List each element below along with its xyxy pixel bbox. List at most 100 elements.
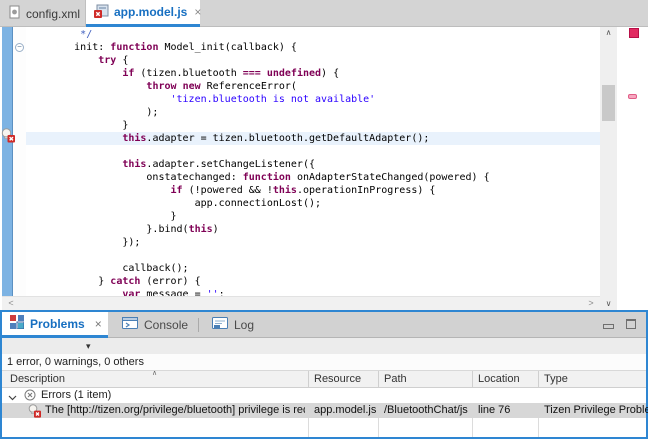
maximize-view-button[interactable]	[626, 319, 636, 329]
code-token	[26, 94, 171, 105]
tab-console[interactable]: Console	[114, 312, 196, 338]
vertical-scrollbar-thumb[interactable]	[602, 85, 615, 121]
code-line[interactable]: try {	[26, 54, 600, 67]
code-token: }	[26, 276, 110, 287]
panel-toolbar: ▾	[2, 338, 646, 354]
js-file-error-icon	[94, 4, 109, 21]
code-line[interactable]: app.connectionLost();	[26, 197, 600, 210]
code-line[interactable]	[26, 249, 600, 262]
column-gridline	[378, 418, 379, 437]
problem-path: /BluetoothChat/js	[384, 404, 468, 416]
tab-log[interactable]: Log	[204, 312, 262, 338]
horizontal-scrollbar[interactable]: < >	[2, 296, 600, 310]
scroll-left-icon[interactable]: <	[4, 297, 18, 311]
code-area[interactable]: */ init: function Model_init(callback) {…	[26, 28, 600, 296]
code-line[interactable]: });	[26, 236, 600, 249]
code-token: (tizen.bluetooth	[134, 68, 242, 79]
code-token: init:	[26, 42, 110, 53]
close-tab-icon[interactable]: ×	[194, 5, 201, 19]
code-line[interactable]: );	[26, 106, 600, 119]
code-line[interactable]: throw new ReferenceError(	[26, 80, 600, 93]
tab-config-xml[interactable]: config.xml	[0, 0, 86, 27]
code-line[interactable]: this.adapter.setChangeListener({	[26, 158, 600, 171]
error-marker-icon[interactable]	[1, 128, 16, 148]
scroll-up-icon[interactable]: ∧	[600, 27, 617, 39]
overview-error-header-icon[interactable]	[629, 28, 639, 38]
view-menu-icon[interactable]: ▾	[86, 341, 91, 352]
privilege-error-icon	[28, 404, 42, 421]
code-token: ;	[219, 289, 225, 296]
column-header-resource[interactable]: Resource	[314, 373, 361, 385]
overview-ruler[interactable]	[617, 27, 648, 310]
tab-app-model-js[interactable]: app.model.js ×	[86, 0, 200, 27]
code-token: throw	[146, 81, 176, 92]
error-category-icon	[24, 389, 36, 404]
code-line[interactable]	[26, 145, 600, 158]
code-token: 'tizen.bluetooth is not available'	[171, 94, 376, 105]
column-divider[interactable]	[538, 371, 539, 388]
code-token: var	[122, 289, 140, 296]
code-line[interactable]: callback();	[26, 262, 600, 275]
code-token: catch	[110, 276, 140, 287]
folding-ruler[interactable]	[13, 27, 26, 296]
code-line[interactable]: } catch (error) {	[26, 275, 600, 288]
code-token: ''	[207, 289, 219, 296]
problems-rows-area: Errors (1 item) The [http://tizen.org/pr…	[2, 388, 646, 437]
code-line[interactable]: }	[26, 119, 600, 132]
code-line[interactable]: var message = '';	[26, 288, 600, 296]
problems-summary: 1 error, 0 warnings, 0 others	[2, 354, 646, 371]
column-header-location[interactable]: Location	[478, 373, 520, 385]
code-token: */	[26, 29, 92, 40]
errors-group-row[interactable]: Errors (1 item)	[2, 388, 646, 403]
close-tab-icon[interactable]: ×	[95, 317, 102, 331]
xml-file-icon	[8, 5, 21, 22]
code-editor[interactable]: − */ init: function Model_init(callback)…	[0, 27, 648, 310]
log-icon	[212, 317, 228, 333]
code-token: this	[122, 159, 146, 170]
code-token: ReferenceError(	[201, 81, 297, 92]
vertical-scrollbar[interactable]: ∧ ∨	[600, 27, 617, 310]
column-divider[interactable]	[472, 371, 473, 388]
code-token: try	[98, 55, 116, 66]
code-token	[26, 68, 122, 79]
code-token: message =	[140, 289, 206, 296]
code-token: });	[26, 237, 140, 248]
code-line[interactable]: init: function Model_init(callback) {	[26, 41, 600, 54]
code-token: .operationInProgress) {	[297, 185, 435, 196]
column-divider[interactable]	[308, 371, 309, 388]
code-line[interactable]: */	[26, 28, 600, 41]
code-token: (!powered && !	[183, 185, 273, 196]
column-gridline	[472, 418, 473, 437]
scroll-down-icon[interactable]: ∨	[600, 298, 617, 310]
scroll-right-icon[interactable]: >	[584, 297, 598, 311]
problems-view-panel: Problems × Console Log ▾ 1 error, 0 warn…	[0, 310, 648, 439]
console-icon	[122, 317, 138, 333]
overview-error-marker[interactable]	[628, 94, 637, 99]
code-line[interactable]: onstatechanged: function onAdapterStateC…	[26, 171, 600, 184]
fold-collapse-icon[interactable]: −	[15, 43, 24, 52]
code-token: {	[116, 55, 128, 66]
column-header-type[interactable]: Type	[544, 373, 568, 385]
code-line[interactable]: 'tizen.bluetooth is not available'	[26, 93, 600, 106]
column-header-path[interactable]: Path	[384, 373, 407, 385]
tab-label: Log	[234, 318, 254, 332]
code-line[interactable]: if (!powered && !this.operationInProgres…	[26, 184, 600, 197]
code-token: function	[243, 172, 291, 183]
annotation-ruler[interactable]	[2, 27, 13, 296]
code-token: new	[183, 81, 201, 92]
minimize-view-button[interactable]	[603, 324, 614, 329]
code-line[interactable]: if (tizen.bluetooth === undefined) {	[26, 67, 600, 80]
column-gridline	[538, 418, 539, 437]
code-line[interactable]: }	[26, 210, 600, 223]
code-line[interactable]: }.bind(this)	[26, 223, 600, 236]
column-gridline	[308, 418, 309, 437]
code-token: (error) {	[140, 276, 200, 287]
code-token	[26, 159, 122, 170]
problem-row-selected[interactable]: The [http://tizen.org/privilege/bluetoot…	[2, 403, 646, 418]
column-divider[interactable]	[378, 371, 379, 388]
code-token: );	[26, 107, 158, 118]
code-line[interactable]: this.adapter = tizen.bluetooth.getDefaul…	[26, 132, 600, 145]
sort-ascending-icon: ∧	[152, 369, 157, 377]
column-header-description[interactable]: Description	[10, 373, 65, 385]
tab-problems[interactable]: Problems ×	[2, 312, 108, 338]
